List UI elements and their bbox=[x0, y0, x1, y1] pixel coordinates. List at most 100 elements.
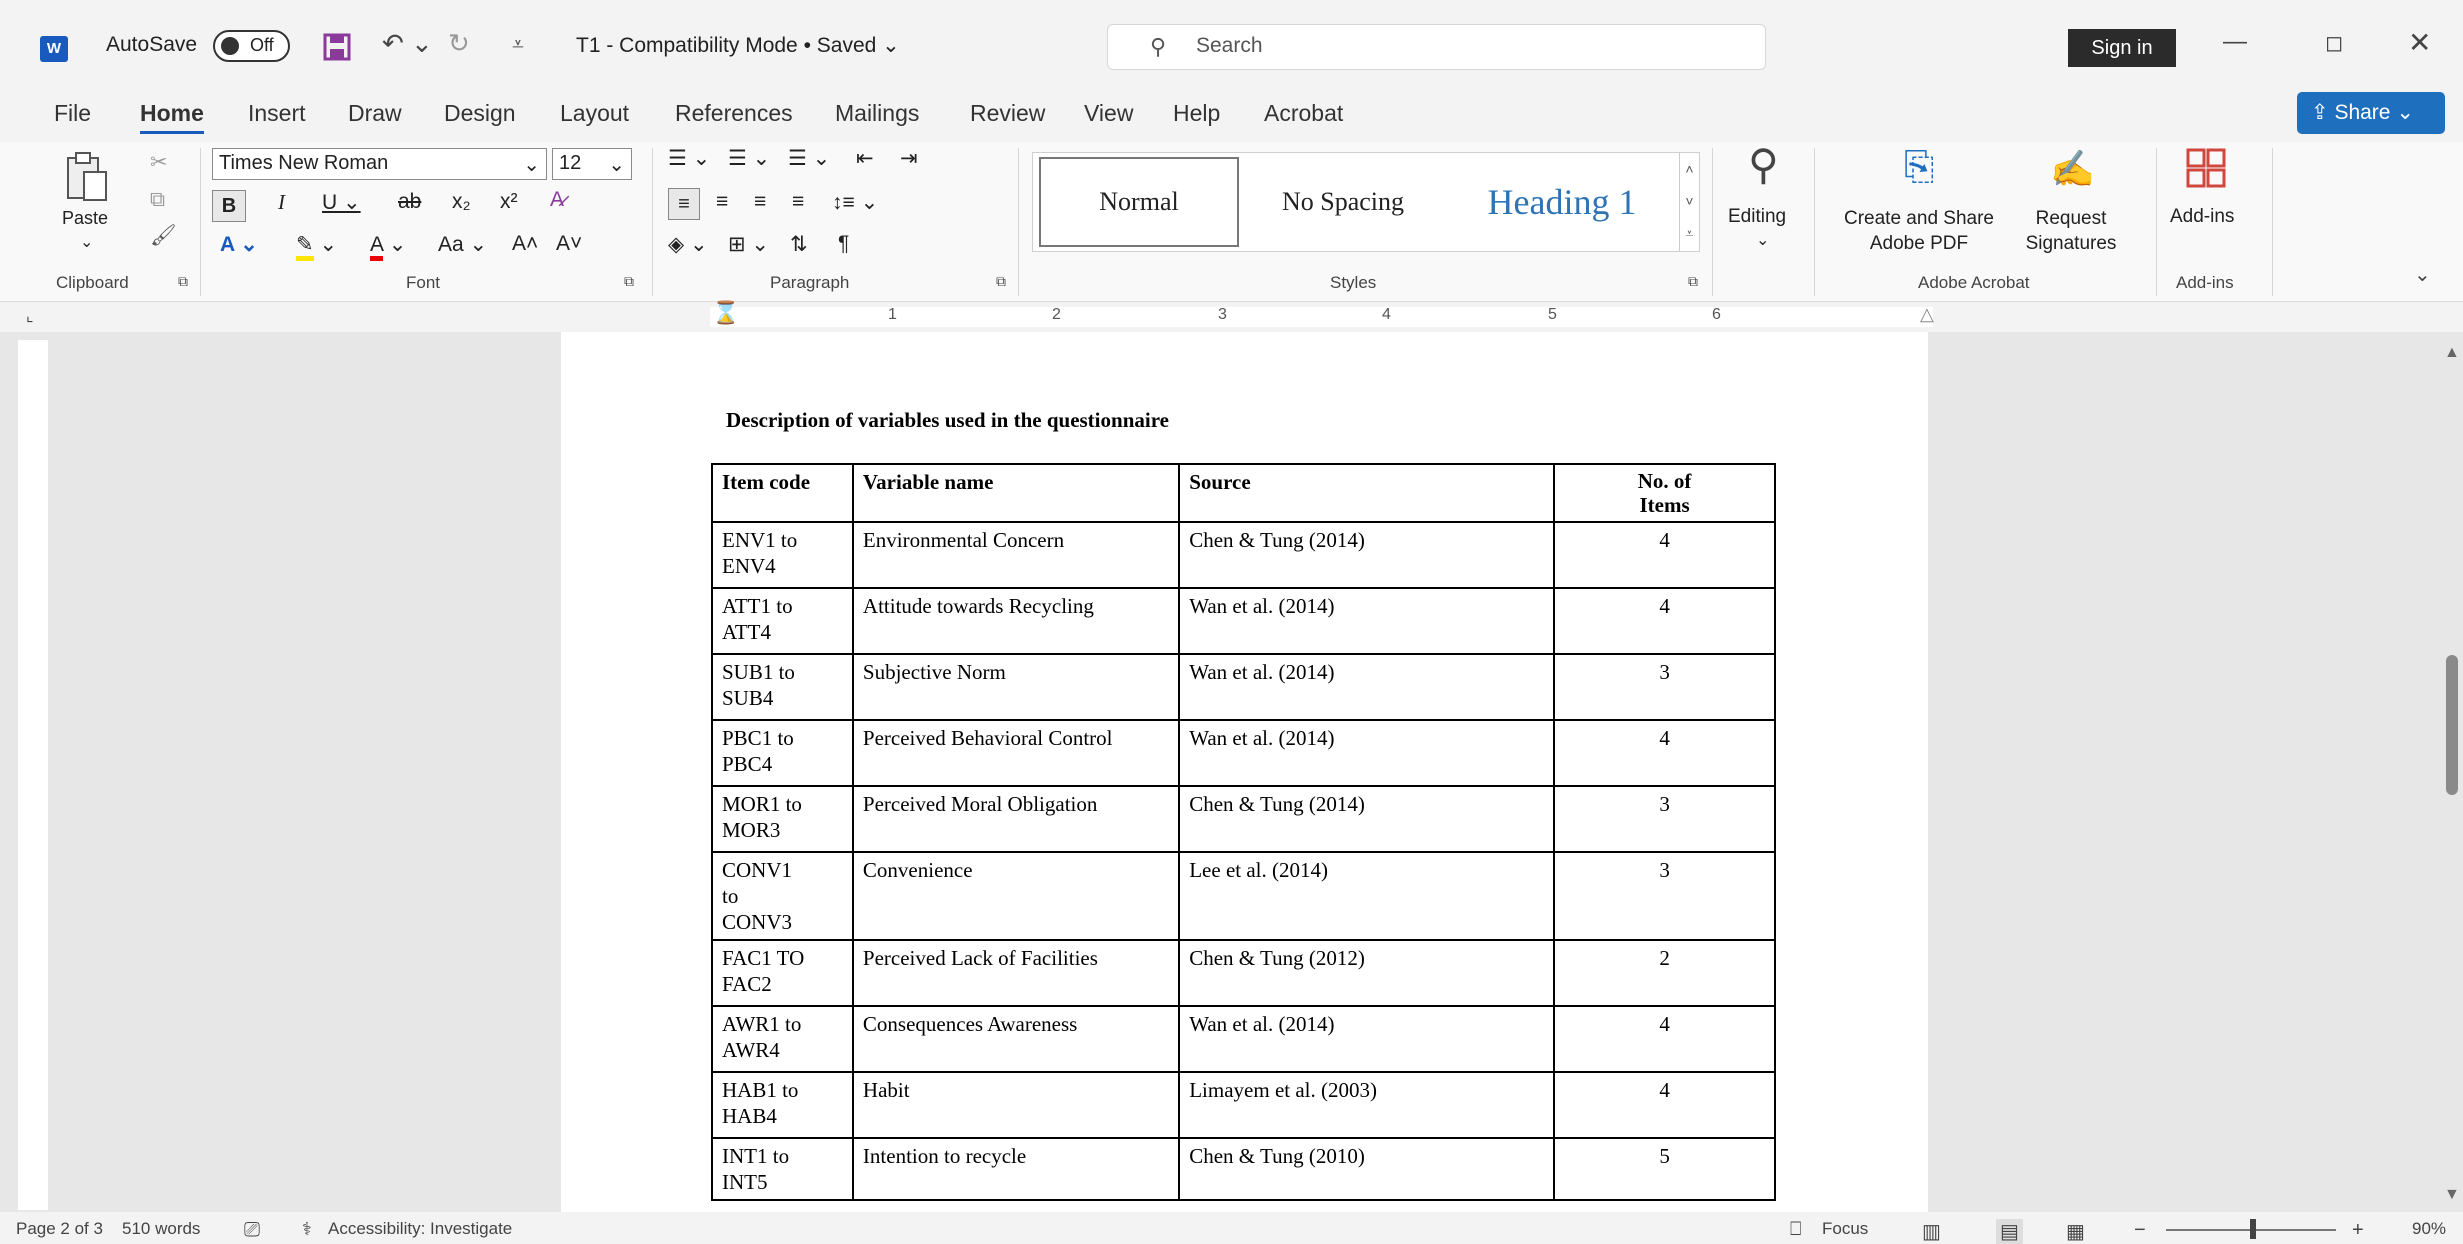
show-formatting-icon[interactable]: ¶ bbox=[838, 232, 849, 256]
focus-button[interactable]: Focus bbox=[1822, 1219, 1868, 1239]
tab-mailings[interactable]: Mailings bbox=[835, 100, 919, 127]
justify-button[interactable]: ≡ bbox=[792, 190, 804, 214]
scroll-up-icon[interactable]: ▲ bbox=[2444, 344, 2460, 362]
decrease-indent-icon[interactable]: ⇤ bbox=[856, 146, 874, 171]
search-icon[interactable]: ⚲ bbox=[1748, 140, 1779, 189]
item-code-cell: FAC1 TO FAC2 bbox=[711, 939, 854, 1007]
line-spacing-icon[interactable]: ↕≡ ⌄ bbox=[832, 190, 878, 215]
add-ins-icon[interactable] bbox=[2186, 148, 2226, 188]
proofing-icon[interactable]: ⎚ bbox=[244, 1219, 260, 1242]
bullets-icon[interactable]: ☰ ⌄ bbox=[668, 146, 710, 171]
shrink-font-button[interactable]: A˅ bbox=[556, 232, 582, 256]
save-icon[interactable] bbox=[322, 32, 352, 62]
document-title[interactable]: T1 - Compatibility Mode • Saved ⌄ bbox=[576, 33, 900, 58]
share-button[interactable]: ⇪ Share ⌄ bbox=[2297, 92, 2445, 134]
increase-indent-icon[interactable]: ⇥ bbox=[900, 146, 918, 171]
grow-font-button[interactable]: A˄ bbox=[512, 232, 538, 256]
scrollbar-thumb[interactable] bbox=[2446, 655, 2458, 795]
numbering-icon[interactable]: ☰ ⌄ bbox=[728, 146, 770, 171]
word-count[interactable]: 510 words bbox=[122, 1219, 200, 1239]
format-painter-icon[interactable]: 🖌 bbox=[150, 224, 177, 248]
underline-button[interactable]: U ⌄ bbox=[322, 190, 361, 215]
align-right-button[interactable]: ≡ bbox=[754, 190, 766, 214]
multilevel-list-icon[interactable]: ☰ ⌄ bbox=[788, 146, 830, 171]
font-name-select[interactable]: Times New Roman ⌄ bbox=[212, 148, 547, 180]
font-color-icon[interactable]: A ⌄ bbox=[370, 232, 406, 261]
font-size-value: 12 bbox=[559, 152, 582, 174]
zoom-out-icon[interactable]: − bbox=[2134, 1219, 2146, 1242]
strikethrough-button[interactable]: ab bbox=[398, 190, 421, 214]
shading-icon[interactable]: ◈ ⌄ bbox=[668, 232, 708, 257]
minimize-icon[interactable]: — bbox=[2223, 28, 2247, 56]
sort-icon[interactable]: ⇅ bbox=[790, 232, 808, 257]
restore-icon[interactable]: ◻ bbox=[2325, 30, 2343, 56]
editing-button[interactable]: Editing bbox=[1728, 206, 1786, 228]
autosave-toggle[interactable]: Off bbox=[213, 30, 290, 62]
tab-home[interactable]: Home bbox=[140, 100, 204, 134]
text-effects-icon[interactable]: A ⌄ bbox=[220, 232, 258, 257]
tab-draw[interactable]: Draw bbox=[348, 100, 402, 127]
customize-qat-icon[interactable]: ⩡ bbox=[512, 33, 524, 57]
table-row: ENV1 to ENV4 Environmental Concern Chen & … bbox=[711, 521, 1776, 589]
highlight-icon[interactable]: ✎ ⌄ bbox=[296, 232, 337, 261]
web-layout-icon[interactable]: ▦ bbox=[2066, 1219, 2085, 1244]
tab-view[interactable]: View bbox=[1084, 100, 1133, 127]
signature-icon[interactable]: ✍ bbox=[2050, 148, 2095, 190]
dialog-launcher-icon[interactable]: ⧉ bbox=[178, 273, 188, 290]
right-indent-marker-icon[interactable]: △ bbox=[1920, 304, 1934, 325]
borders-icon[interactable]: ⊞ ⌄ bbox=[728, 232, 769, 257]
paste-chevron-icon[interactable]: ⌄ bbox=[80, 232, 93, 252]
subscript-button[interactable]: x₂ bbox=[452, 190, 471, 214]
tab-file[interactable]: File bbox=[54, 100, 91, 127]
align-left-button[interactable]: ≡ bbox=[668, 188, 700, 220]
source-cell: Chen & Tung (2014) bbox=[1178, 521, 1556, 589]
redo-icon[interactable]: ↻ bbox=[448, 28, 470, 59]
scroll-down-icon[interactable]: ▼ bbox=[2444, 1186, 2460, 1204]
copy-icon[interactable]: ⧉ bbox=[150, 188, 165, 212]
tab-layout[interactable]: Layout bbox=[560, 100, 629, 127]
chevron-down-icon[interactable]: ⌄ bbox=[1756, 230, 1769, 250]
undo-icon[interactable]: ↶ ⌄ bbox=[382, 28, 433, 59]
zoom-level[interactable]: 90% bbox=[2412, 1219, 2446, 1239]
tab-references[interactable]: References bbox=[675, 100, 793, 127]
sign-in-button[interactable]: Sign in bbox=[2068, 29, 2176, 67]
font-size-select[interactable]: 12 ⌄ bbox=[552, 148, 632, 180]
dialog-launcher-icon[interactable]: ⧉ bbox=[1688, 273, 1698, 290]
tab-insert[interactable]: Insert bbox=[248, 100, 306, 127]
align-center-button[interactable]: ≡ bbox=[716, 190, 728, 214]
create-pdf-button[interactable]: Create and Share Adobe PDF bbox=[1834, 206, 2004, 256]
zoom-slider-thumb[interactable] bbox=[2250, 1219, 2256, 1239]
superscript-button[interactable]: x² bbox=[500, 190, 518, 214]
bold-button[interactable]: B bbox=[212, 190, 246, 222]
style-no-spacing[interactable]: No Spacing bbox=[1243, 153, 1443, 251]
styles-scroll-icon[interactable]: ˄ ˅ ⩡ bbox=[1679, 153, 1699, 251]
focus-icon[interactable]: ⎕ bbox=[1790, 1219, 1801, 1241]
read-mode-icon[interactable]: ▥ bbox=[1922, 1219, 1941, 1244]
clear-formatting-icon[interactable]: A̷ bbox=[550, 188, 564, 212]
accessibility-status[interactable]: Accessibility: Investigate bbox=[328, 1219, 512, 1239]
tab-help[interactable]: Help bbox=[1173, 100, 1220, 127]
italic-button[interactable]: I bbox=[278, 190, 285, 215]
change-case-button[interactable]: Aa ⌄ bbox=[438, 232, 487, 257]
collapse-ribbon-icon[interactable]: ⌄ bbox=[2414, 262, 2431, 287]
search-input[interactable]: ⚲ Search bbox=[1107, 24, 1766, 70]
dialog-launcher-icon[interactable]: ⧉ bbox=[996, 273, 1006, 290]
request-signatures-button[interactable]: Request Signatures bbox=[2016, 206, 2126, 256]
tab-acrobat[interactable]: Acrobat bbox=[1264, 100, 1343, 127]
tab-review[interactable]: Review bbox=[970, 100, 1045, 127]
page-count[interactable]: Page 2 of 3 bbox=[16, 1219, 103, 1239]
close-icon[interactable]: ✕ bbox=[2408, 26, 2431, 59]
create-pdf-icon[interactable]: ⎘ bbox=[1904, 146, 1934, 189]
indent-marker-icon[interactable]: ⌛ bbox=[712, 300, 739, 326]
style-heading-1[interactable]: Heading 1 bbox=[1447, 153, 1677, 251]
tab-selector-icon[interactable]: ⌞ bbox=[26, 306, 34, 326]
tab-design[interactable]: Design bbox=[444, 100, 516, 127]
cut-icon[interactable]: ✂ bbox=[150, 150, 168, 175]
paste-button[interactable]: Paste bbox=[62, 208, 108, 229]
zoom-in-icon[interactable]: + bbox=[2352, 1219, 2364, 1242]
add-ins-button[interactable]: Add-ins bbox=[2170, 206, 2234, 228]
print-layout-icon[interactable]: ▤ bbox=[1996, 1219, 2023, 1244]
dialog-launcher-icon[interactable]: ⧉ bbox=[624, 273, 634, 290]
style-normal[interactable]: Normal bbox=[1039, 157, 1239, 247]
paste-icon[interactable] bbox=[64, 150, 108, 204]
